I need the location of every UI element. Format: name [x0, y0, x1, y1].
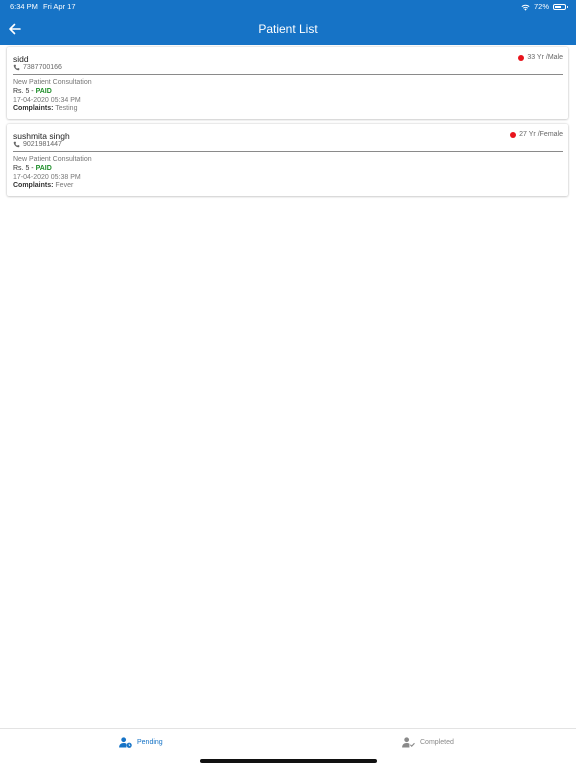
patient-card[interactable]: sidd 7387700166 33 Yr /Male New Patient …	[7, 47, 568, 119]
tab-completed[interactable]: Completed	[402, 737, 454, 748]
amount: Rs. 5	[13, 88, 30, 95]
person-clock-icon	[119, 737, 132, 748]
tab-pending-label: Pending	[137, 739, 163, 746]
consultation-type: New Patient Consultation	[13, 156, 92, 163]
nav-bar: Patient List	[0, 14, 576, 45]
person-check-icon	[402, 737, 415, 748]
app-header: 6:34 PM Fri Apr 17 72% Patient List	[0, 0, 576, 45]
payment-status: PAID	[35, 88, 52, 95]
patient-phone-number: 7387700166	[23, 64, 62, 71]
status-dot-icon	[518, 54, 525, 61]
status-time: 6:34 PM	[10, 2, 38, 11]
amount: Rs. 5	[13, 165, 30, 172]
patient-age-gender: 33 Yr /Male	[518, 54, 563, 61]
status-dot-icon	[510, 131, 517, 138]
page-title: Patient List	[258, 22, 318, 36]
status-date: Fri Apr 17	[43, 2, 76, 11]
battery-percent: 72%	[533, 2, 549, 11]
divider	[13, 74, 563, 75]
phone-icon	[13, 141, 20, 148]
complaints: Complaints: Testing	[13, 105, 77, 112]
consultation-type: New Patient Consultation	[13, 79, 92, 86]
patient-age-gender: 27 Yr /Female	[510, 131, 563, 138]
complaints-label: Complaints:	[13, 182, 54, 189]
age-gender-text: 27 Yr /Female	[519, 131, 563, 138]
patient-name: sushmita singh	[13, 131, 70, 141]
patient-phone: 9021981447	[13, 141, 62, 148]
patient-phone-number: 9021981447	[23, 141, 62, 148]
patient-name: sidd	[13, 54, 29, 64]
payment-info: Rs. 5 - PAID	[13, 88, 52, 95]
divider	[13, 151, 563, 152]
appointment-datetime: 17-04-2020 05:38 PM	[13, 174, 81, 181]
wifi-icon	[521, 4, 530, 11]
tab-pending[interactable]: Pending	[119, 737, 163, 748]
complaints-value: Fever	[55, 182, 74, 189]
complaints: Complaints: Fever	[13, 182, 73, 189]
battery-icon	[553, 4, 568, 10]
complaints-label: Complaints:	[13, 105, 54, 112]
tab-completed-label: Completed	[420, 739, 454, 746]
status-bar: 6:34 PM Fri Apr 17 72%	[0, 0, 576, 14]
payment-status: PAID	[35, 165, 52, 172]
age-gender-text: 33 Yr /Male	[527, 54, 563, 61]
payment-info: Rs. 5 - PAID	[13, 165, 52, 172]
phone-icon	[13, 64, 20, 71]
patient-phone: 7387700166	[13, 64, 62, 71]
status-right: 72%	[521, 0, 568, 14]
patient-card[interactable]: sushmita singh 9021981447 27 Yr /Female …	[7, 124, 568, 196]
complaints-value: Testing	[55, 105, 78, 112]
home-indicator[interactable]	[200, 759, 377, 763]
appointment-datetime: 17-04-2020 05:34 PM	[13, 97, 81, 104]
